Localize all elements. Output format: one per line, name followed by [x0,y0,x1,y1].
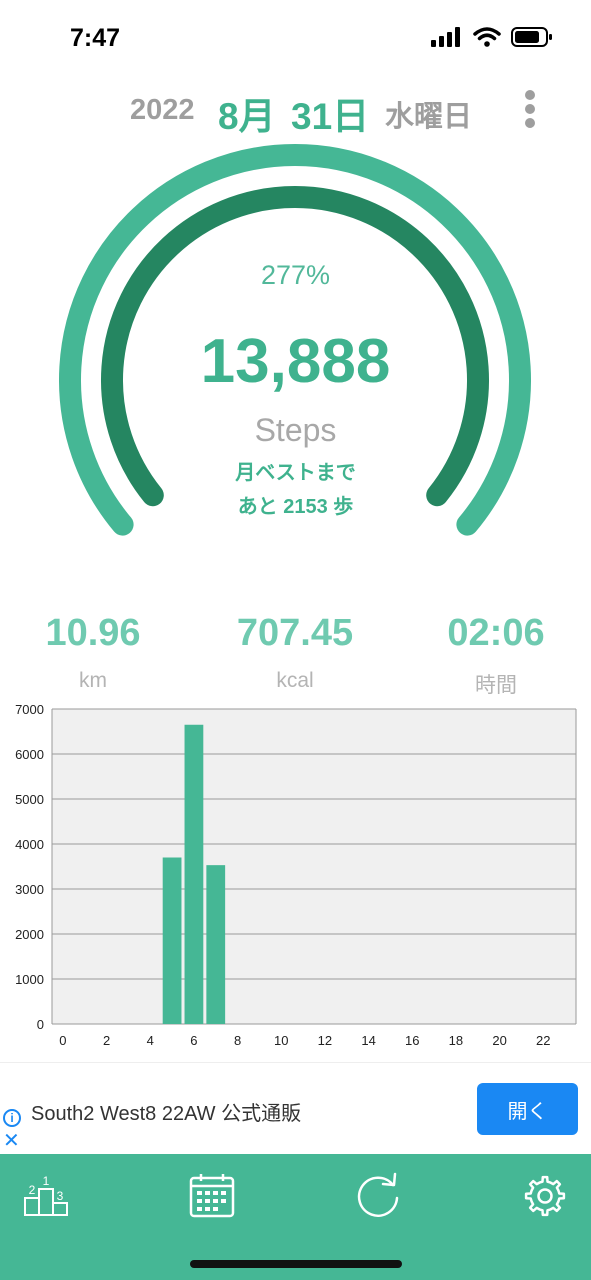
date-year: 2022 [130,94,195,126]
x-tick-label: 0 [59,1033,66,1048]
calories-stat: 707.45 kcal [205,612,385,693]
y-tick-label: 2000 [15,927,44,942]
duration-value: 02:06 [447,612,545,654]
y-tick-label: 4000 [15,837,44,852]
goal-percent: 277% [260,260,331,290]
tab-settings[interactable] [521,1172,571,1222]
ad-text[interactable]: South2 West8 22AW 公式通販 [31,1097,301,1126]
status-icons [431,27,553,47]
x-tick-label: 6 [190,1033,197,1048]
date-weekday: 水曜日 [385,101,473,133]
duration-unit: 時間 [475,674,517,697]
x-tick-label: 16 [405,1033,419,1048]
x-tick-label: 10 [274,1033,288,1048]
chart-bar [206,865,226,1024]
x-tick-label: 22 [536,1033,550,1048]
y-tick-label: 3000 [15,882,44,897]
calendar-icon [189,1174,235,1218]
chart-bar [162,857,182,1024]
signal-icon [431,27,460,47]
step-count: 13,888 [200,327,391,396]
steps-label: Steps [254,412,337,448]
y-tick-label: 7000 [15,705,44,717]
ranking-icon: 1 2 3 [24,1174,68,1216]
svg-text:1: 1 [43,1174,50,1188]
calories-value: 707.45 [236,612,354,654]
month-best-label: 月ベストまで [235,462,356,484]
hourly-steps-chart: 0 1000 2000 3000 4000 5000 6000 7000 0 2 4 6 8 10 12 14… [0,702,591,1055]
more-menu-button[interactable] [517,88,543,130]
more-dot-icon [525,104,535,114]
distance-stat: 10.96 km [3,612,183,693]
calories-unit: kcal [276,669,314,692]
gear-icon [524,1175,566,1217]
battery-icon [511,27,552,47]
svg-text:3: 3 [57,1189,64,1203]
chart-bar [184,724,204,1024]
distance-unit: km [79,669,107,692]
y-tick-label: 6000 [15,747,44,762]
ad-banner[interactable]: i ✕ South2 West8 22AW 公式通販 開く [0,1062,591,1154]
x-tick-label: 20 [492,1033,506,1048]
duration-stat: 02:06 時間 [406,612,586,699]
x-tick-label: 12 [318,1033,332,1048]
distance-value: 10.96 [45,612,141,654]
chart-plot-area [52,709,576,1024]
y-tick-label: 5000 [15,792,44,807]
wifi-icon [473,27,501,47]
tab-calendar[interactable] [189,1172,239,1222]
status-bar: 7:47 [0,0,591,80]
x-tick-label: 2 [103,1033,110,1048]
ad-close-icon[interactable]: ✕ [3,1131,20,1151]
home-indicator [190,1260,402,1268]
svg-text:2: 2 [29,1183,36,1197]
x-tick-label: 18 [449,1033,463,1048]
ad-info-icon[interactable]: i [3,1109,21,1127]
x-tick-label: 14 [361,1033,375,1048]
x-tick-label: 8 [234,1033,241,1048]
x-tick-label: 4 [147,1033,154,1048]
date-header: 2022 8月 31日 水曜日 [0,84,591,137]
status-time: 7:47 [70,24,121,52]
more-dot-icon [525,90,535,100]
month-best-remaining: あと 2153 歩 [237,496,354,518]
y-tick-label: 0 [37,1017,44,1032]
tab-refresh[interactable] [355,1172,405,1222]
ad-open-button[interactable]: 開く [477,1083,578,1135]
refresh-icon [357,1172,399,1217]
chart-svg: 0 1000 2000 3000 4000 5000 6000 7000 0 2 4 6 8 10 12 14… [15,702,577,1048]
tab-ranking[interactable]: 1 2 3 [21,1172,71,1222]
stats-row: 10.96 km 707.45 kcal 02:06 時間 [0,612,591,702]
more-dot-icon [525,118,535,128]
y-tick-label: 1000 [15,972,44,987]
step-gauge: 277% 13,888 Steps 月ベストまで あと 2153 歩 [0,130,591,590]
